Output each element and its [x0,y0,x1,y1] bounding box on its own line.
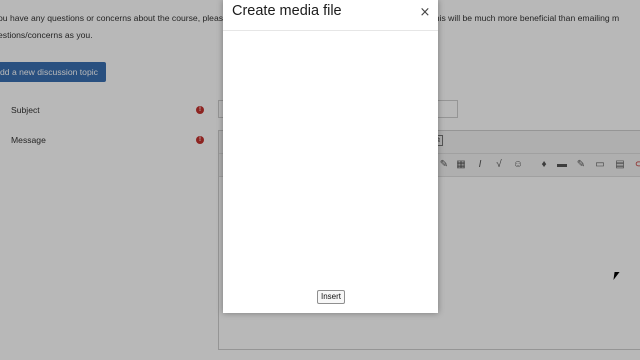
create-media-dialog: Create media file × Insert [223,0,438,313]
insert-button[interactable]: Insert [317,290,346,304]
modal-header: Create media file × [223,0,438,31]
close-icon[interactable]: × [418,6,432,20]
modal-title: Create media file [232,3,342,19]
modal-body [223,31,438,285]
